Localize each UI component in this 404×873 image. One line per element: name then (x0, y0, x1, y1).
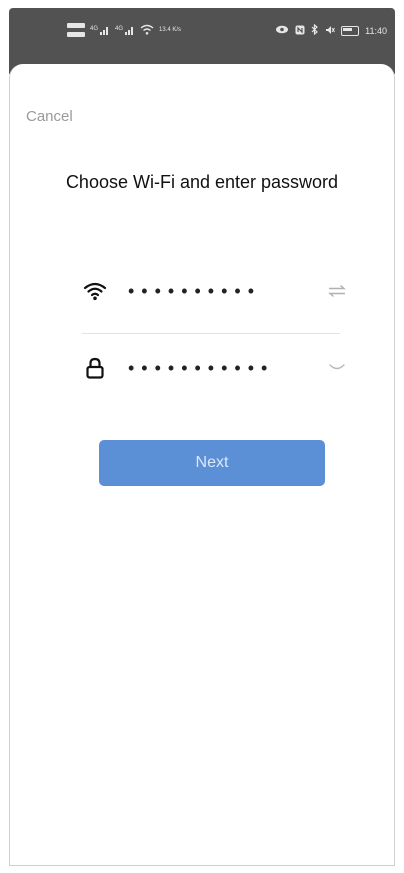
password-row[interactable]: ••••••••••• (82, 353, 348, 383)
eye-icon (275, 25, 289, 36)
field-divider (82, 333, 340, 334)
cancel-button[interactable]: Cancel (26, 108, 73, 125)
signal-icon: 4G (115, 24, 135, 37)
switch-network-icon[interactable] (326, 280, 348, 302)
signal-icon: 4G (90, 24, 110, 37)
network-speed: 13.4 K/s (159, 27, 182, 33)
status-bar-left: 4G 4G 13.4 K/s (67, 23, 181, 37)
nfc-icon (295, 25, 305, 37)
password-field[interactable]: ••••••••••• (128, 353, 326, 383)
next-button[interactable]: Next (99, 440, 325, 486)
page-title: Choose Wi-Fi and enter password (65, 172, 339, 192)
bluetooth-icon (311, 23, 319, 37)
svg-text:4G: 4G (115, 26, 123, 32)
battery-icon (341, 25, 360, 36)
status-bar-right: 11:40 (275, 23, 387, 37)
wifi-name-field[interactable]: •••••••••• (128, 276, 326, 306)
wifi-network-row[interactable]: •••••••••• (82, 276, 348, 306)
wifi-setup-sheet: Cancel Choose Wi-Fi and enter password •… (9, 64, 395, 866)
svg-text:4G: 4G (90, 26, 98, 32)
wifi-icon (82, 280, 108, 302)
eye-closed-icon[interactable] (326, 357, 348, 379)
mute-icon (325, 25, 336, 37)
sim-icon (67, 23, 85, 37)
wifi-icon (140, 24, 154, 37)
status-time: 11:40 (365, 25, 387, 36)
lock-icon (82, 357, 108, 379)
phone-screen: 4G 4G 13.4 K/s 11:40 Cancel Choose Wi-Fi… (0, 0, 404, 873)
